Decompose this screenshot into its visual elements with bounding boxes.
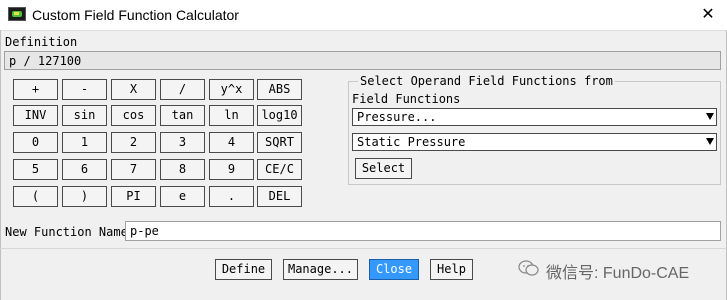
- key-button[interactable]: 5: [13, 159, 58, 180]
- key-button[interactable]: -: [62, 79, 107, 100]
- help-button[interactable]: Help: [430, 259, 473, 280]
- field-function-value: Static Pressure: [357, 135, 466, 149]
- key-button[interactable]: CE/C: [257, 159, 302, 180]
- key-button[interactable]: +: [13, 79, 58, 100]
- key-button[interactable]: ): [62, 186, 107, 207]
- window-close-icon[interactable]: ✕: [697, 4, 719, 26]
- close-button[interactable]: Close: [369, 259, 419, 280]
- key-button[interactable]: 2: [111, 132, 156, 153]
- key-button[interactable]: sin: [62, 105, 107, 126]
- key-button[interactable]: X: [111, 79, 156, 100]
- dropdown-arrow-icon: [706, 138, 714, 145]
- key-button[interactable]: 0: [13, 132, 58, 153]
- new-function-name-label: New Function Name: [5, 225, 128, 239]
- button-separator: [0, 248, 727, 249]
- key-button[interactable]: ln: [209, 105, 254, 126]
- wechat-icon: [518, 260, 539, 276]
- key-button[interactable]: 8: [160, 159, 205, 180]
- key-button[interactable]: SQRT: [257, 132, 302, 153]
- window-title: Custom Field Function Calculator: [32, 7, 239, 23]
- key-button[interactable]: DEL: [257, 186, 302, 207]
- select-button[interactable]: Select: [355, 158, 412, 179]
- key-button[interactable]: INV: [13, 105, 58, 126]
- title-bar: Custom Field Function Calculator ✕: [0, 0, 727, 31]
- key-button[interactable]: /: [160, 79, 205, 100]
- key-button[interactable]: 6: [62, 159, 107, 180]
- operand-group-legend: Select Operand Field Functions from: [358, 74, 615, 88]
- key-button[interactable]: (: [13, 186, 58, 207]
- key-button[interactable]: 7: [111, 159, 156, 180]
- define-button[interactable]: Define: [215, 259, 272, 280]
- dropdown-arrow-icon: [706, 113, 714, 120]
- key-button[interactable]: e: [160, 186, 205, 207]
- key-button[interactable]: 9: [209, 159, 254, 180]
- app-icon: [8, 7, 26, 21]
- definition-field[interactable]: p / 127100: [4, 51, 721, 70]
- key-button[interactable]: tan: [160, 105, 205, 126]
- field-functions-label: Field Functions: [352, 92, 461, 106]
- key-button[interactable]: 3: [160, 132, 205, 153]
- definition-label: Definition: [5, 35, 78, 49]
- key-button[interactable]: y^x: [209, 79, 254, 100]
- field-function-dropdown[interactable]: Static Pressure: [352, 133, 717, 151]
- watermark-text: 微信号: FunDo-CAE: [546, 265, 690, 282]
- manage-button[interactable]: Manage...: [283, 259, 358, 280]
- key-button[interactable]: ABS: [257, 79, 302, 100]
- key-button[interactable]: cos: [111, 105, 156, 126]
- field-category-dropdown[interactable]: Pressure...: [352, 108, 717, 126]
- key-button[interactable]: PI: [111, 186, 156, 207]
- new-function-name-input[interactable]: p-pe: [125, 221, 721, 241]
- field-category-value: Pressure...: [357, 110, 437, 124]
- key-button[interactable]: log10: [257, 105, 302, 126]
- key-button[interactable]: .: [209, 186, 254, 207]
- key-button[interactable]: 4: [209, 132, 254, 153]
- key-button[interactable]: 1: [62, 132, 107, 153]
